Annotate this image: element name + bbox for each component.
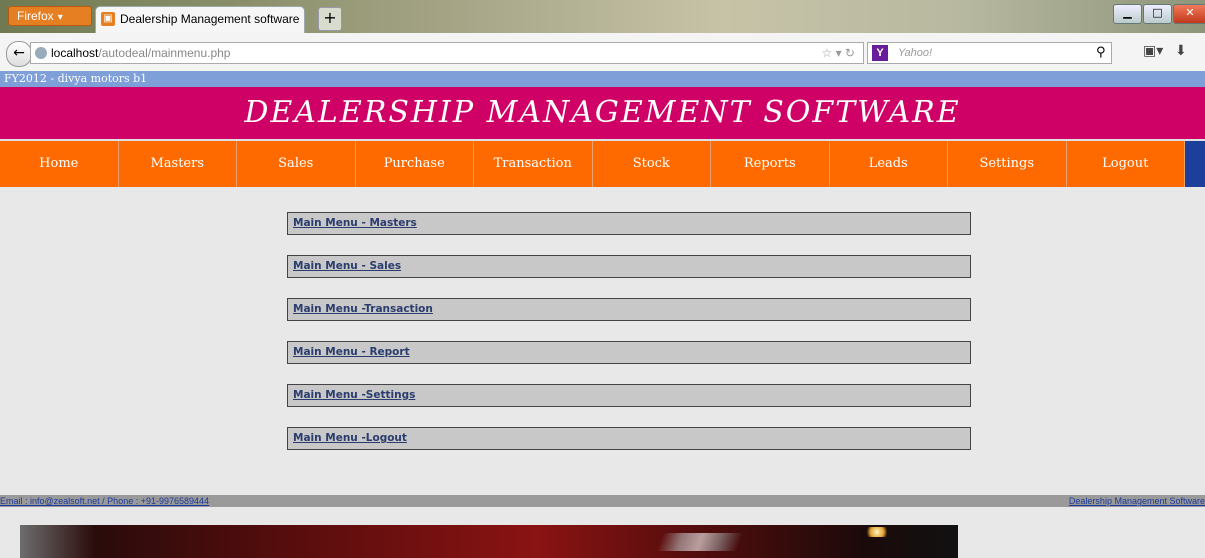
globe-icon: [35, 47, 47, 59]
link-main-menu-transaction[interactable]: Main Menu -Transaction: [293, 303, 433, 315]
menubar-edge: [1185, 141, 1205, 187]
browser-navbar: ← localhost/autodeal/mainmenu.php ☆ ▾ ↻ …: [0, 33, 1205, 72]
search-icon[interactable]: ⚲: [1096, 45, 1106, 60]
menu-sales[interactable]: Sales: [237, 141, 356, 187]
menu-purchase[interactable]: Purchase: [356, 141, 474, 187]
firefox-menu-label: Firefox: [17, 9, 54, 23]
browser-titlebar: Firefox ▣ Dealership Management software…: [0, 0, 1205, 33]
main-menu-bar: Home Masters Sales Purchase Transaction …: [0, 139, 1205, 187]
footer-bar: Email : info@zealsoft.net / Phone : +91-…: [0, 495, 1205, 507]
search-placeholder: Yahoo!: [898, 47, 933, 59]
url-bar[interactable]: localhost/autodeal/mainmenu.php ☆ ▾ ↻: [30, 42, 864, 64]
new-tab-button[interactable]: +: [318, 7, 342, 31]
link-main-menu-sales[interactable]: Main Menu - Sales: [293, 260, 401, 272]
browser-tab[interactable]: ▣ Dealership Management software: [95, 6, 305, 33]
menu-logout[interactable]: Logout: [1067, 141, 1185, 187]
minimize-icon[interactable]: ▁: [1113, 4, 1142, 24]
back-arrow-icon[interactable]: ←: [6, 41, 32, 67]
close-icon[interactable]: ✕: [1173, 4, 1205, 24]
link-main-menu-report[interactable]: Main Menu - Report: [293, 346, 410, 358]
list-item: Main Menu - Sales: [287, 255, 971, 278]
list-item: Main Menu -Transaction: [287, 298, 971, 321]
bookmarks-icon[interactable]: ▣▾: [1143, 43, 1163, 59]
list-item: Main Menu - Masters: [287, 212, 971, 235]
plus-icon: +: [323, 8, 337, 27]
software-link[interactable]: Dealership Management Software: [1069, 495, 1205, 507]
headlight-glare: [656, 533, 744, 551]
menu-leads[interactable]: Leads: [830, 141, 948, 187]
tab-title: Dealership Management software: [120, 12, 300, 26]
bookmark-star-icon[interactable]: ☆ ▾ ↻: [821, 43, 855, 64]
favicon-icon: ▣: [101, 12, 115, 26]
banner-car-image: [20, 525, 958, 558]
list-item: Main Menu - Report: [287, 341, 971, 364]
url-host: localhost: [51, 46, 99, 60]
link-main-menu-settings[interactable]: Main Menu -Settings: [293, 389, 415, 401]
main-menu-links: Main Menu - Masters Main Menu - Sales Ma…: [287, 212, 971, 470]
fiscal-year-bar: FY2012 - divya motors b1: [0, 71, 1205, 87]
download-arrow-icon[interactable]: ⬇: [1175, 43, 1187, 59]
contact-link[interactable]: Email : info@zealsoft.net / Phone : +91-…: [0, 495, 209, 507]
ceiling-lights: [863, 527, 891, 537]
list-item: Main Menu -Settings: [287, 384, 971, 407]
list-item: Main Menu -Logout: [287, 427, 971, 450]
menu-transaction[interactable]: Transaction: [474, 141, 593, 187]
menu-settings[interactable]: Settings: [948, 141, 1067, 187]
firefox-menu-button[interactable]: Firefox: [8, 6, 92, 26]
yahoo-icon: Y: [872, 45, 888, 61]
link-main-menu-logout[interactable]: Main Menu -Logout: [293, 432, 407, 444]
maximize-icon[interactable]: □: [1143, 4, 1172, 24]
url-path: /autodeal/mainmenu.php: [98, 46, 231, 60]
page-title: DEALERSHIP MANAGEMENT SOFTWARE: [0, 87, 1205, 139]
menu-reports[interactable]: Reports: [711, 141, 830, 187]
link-main-menu-masters[interactable]: Main Menu - Masters: [293, 217, 417, 229]
menu-masters[interactable]: Masters: [119, 141, 237, 187]
menu-home[interactable]: Home: [0, 141, 119, 187]
menu-stock[interactable]: Stock: [593, 141, 711, 187]
search-input[interactable]: Y Yahoo!: [867, 42, 1112, 64]
